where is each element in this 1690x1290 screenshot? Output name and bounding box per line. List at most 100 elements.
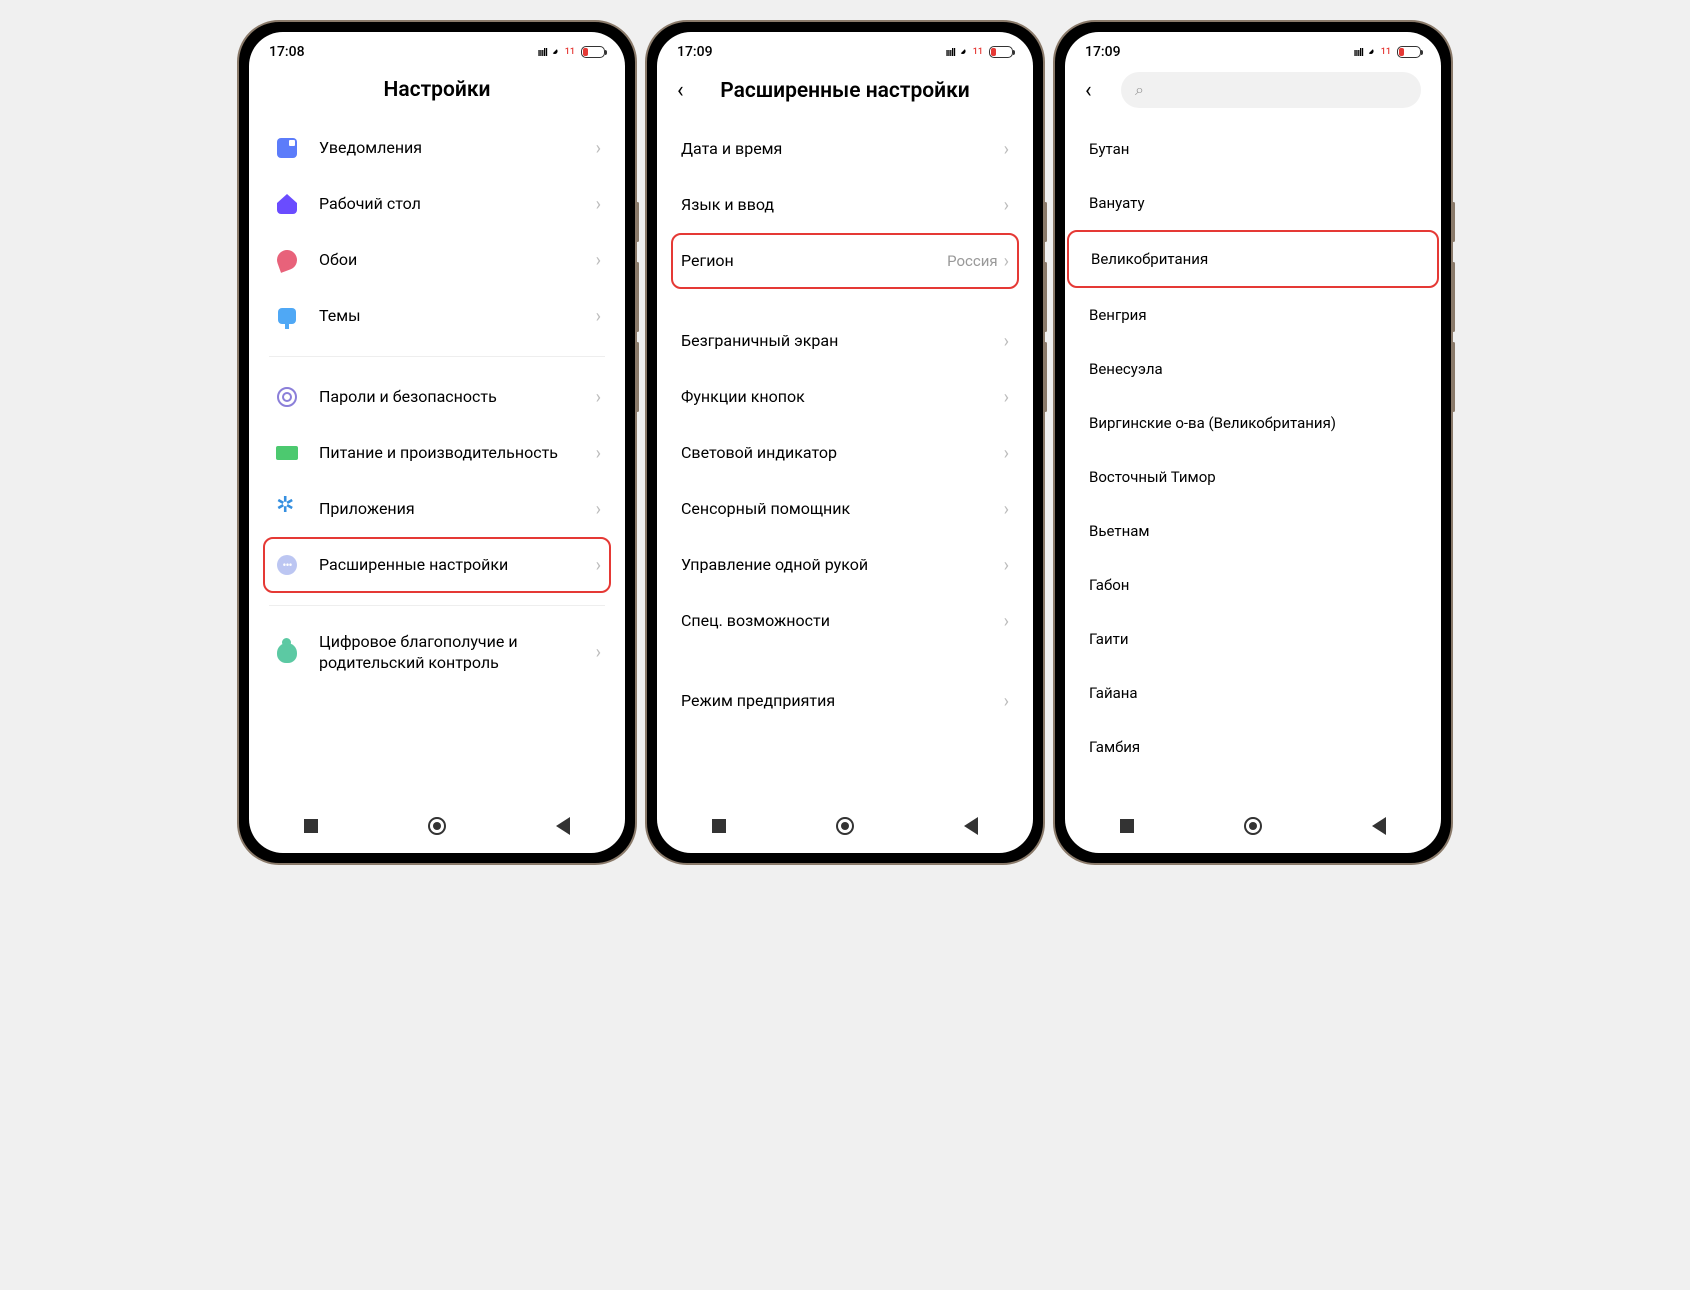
label: Пароли и безопасность — [319, 387, 596, 408]
item-onehand[interactable]: Управление одной рукой › — [677, 537, 1013, 593]
chevron-right-icon: › — [1004, 251, 1009, 272]
country-item[interactable]: Венесуэла — [1085, 342, 1421, 396]
phone-frame-3: 17:09 ıııll 11 ‹ ⌕ Бутан Вануату Великоб… — [1053, 20, 1453, 865]
label: Управление одной рукой — [681, 555, 1004, 576]
chevron-right-icon: › — [596, 443, 601, 464]
item-touch-assist[interactable]: Сенсорный помощник › — [677, 481, 1013, 537]
back-button[interactable]: ‹ — [1085, 78, 1109, 103]
country-item[interactable]: Гайана — [1085, 666, 1421, 720]
notifications-icon — [277, 138, 297, 158]
item-region[interactable]: Регион Россия › — [671, 233, 1019, 289]
nav-bar — [1065, 799, 1441, 853]
item-wallpaper[interactable]: Обои › — [269, 232, 605, 288]
status-time: 17:08 — [269, 44, 305, 60]
country-item[interactable]: Вануату — [1085, 176, 1421, 230]
item-date-time[interactable]: Дата и время › — [677, 121, 1013, 177]
battery-icon — [989, 46, 1013, 58]
signal-icon: ıııll — [538, 46, 547, 59]
item-led[interactable]: Световой индикатор › — [677, 425, 1013, 481]
item-battery[interactable]: Питание и производительность › — [269, 425, 605, 481]
signal-icon: ıııll — [946, 46, 955, 59]
chevron-right-icon: › — [596, 194, 601, 215]
label: Расширенные настройки — [319, 555, 596, 576]
status-bar: 17:09 ıııll 11 — [1065, 32, 1441, 68]
home-icon — [277, 194, 297, 214]
search-input[interactable]: ⌕ — [1121, 72, 1421, 108]
battery-perf-icon — [276, 446, 298, 460]
item-accessibility[interactable]: Спец. возможности › — [677, 593, 1013, 649]
nav-home-button[interactable] — [1244, 817, 1262, 835]
country-item[interactable]: Вьетнам — [1085, 504, 1421, 558]
country-item[interactable]: Бутан — [1085, 122, 1421, 176]
item-buttons[interactable]: Функции кнопок › — [677, 369, 1013, 425]
nav-back-button[interactable] — [1372, 817, 1386, 835]
wifi-icon — [1363, 44, 1380, 61]
nav-bar — [657, 799, 1033, 853]
wallpaper-icon — [274, 247, 300, 273]
country-item[interactable]: Габон — [1085, 558, 1421, 612]
status-time: 17:09 — [677, 44, 713, 60]
divider — [269, 605, 605, 606]
item-notifications[interactable]: Уведомления › — [269, 120, 605, 176]
battery-text: 11 — [565, 47, 575, 57]
item-fullscreen[interactable]: Безграничный экран › — [677, 313, 1013, 369]
screen-region-list: 17:09 ıııll 11 ‹ ⌕ Бутан Вануату Великоб… — [1065, 32, 1441, 853]
status-time: 17:09 — [1085, 44, 1121, 60]
country-item[interactable]: Венгрия — [1085, 288, 1421, 342]
chevron-right-icon: › — [596, 642, 601, 663]
country-item[interactable]: Виргинские о-ва (Великобритания) — [1085, 396, 1421, 450]
item-advanced-settings[interactable]: ••• Расширенные настройки › — [263, 537, 611, 593]
nav-back-button[interactable] — [964, 817, 978, 835]
back-button[interactable]: ‹ — [677, 78, 701, 103]
item-wellbeing[interactable]: Цифровое благополучие и родительский кон… — [269, 618, 605, 688]
label: Язык и ввод — [681, 195, 1004, 216]
page-title: Настройки — [269, 78, 605, 102]
nav-bar — [249, 799, 625, 853]
wifi-icon — [547, 44, 564, 61]
divider — [269, 356, 605, 357]
chevron-right-icon: › — [596, 499, 601, 520]
search-icon: ⌕ — [1135, 80, 1144, 100]
label: Спец. возможности — [681, 611, 1004, 632]
country-item[interactable]: Восточный Тимор — [1085, 450, 1421, 504]
battery-text: 11 — [973, 47, 983, 57]
chevron-right-icon: › — [1004, 387, 1009, 408]
chevron-right-icon: › — [596, 555, 601, 576]
nav-recent-button[interactable] — [304, 819, 318, 833]
item-themes[interactable]: Темы › — [269, 288, 605, 344]
label: Уведомления — [319, 138, 596, 159]
item-enterprise[interactable]: Режим предприятия › — [677, 673, 1013, 729]
battery-icon — [581, 46, 605, 58]
nav-home-button[interactable] — [428, 817, 446, 835]
country-item[interactable]: Гамбия — [1085, 720, 1421, 774]
apps-icon — [277, 499, 297, 519]
chevron-right-icon: › — [596, 250, 601, 271]
item-security[interactable]: Пароли и безопасность › — [269, 369, 605, 425]
chevron-right-icon: › — [1004, 691, 1009, 712]
chevron-right-icon: › — [596, 387, 601, 408]
label: Режим предприятия — [681, 691, 1004, 712]
item-apps[interactable]: Приложения › — [269, 481, 605, 537]
page-title: Расширенные настройки — [701, 79, 989, 103]
label: Функции кнопок — [681, 387, 1004, 408]
label: Темы — [319, 306, 596, 327]
label: Приложения — [319, 499, 596, 520]
nav-recent-button[interactable] — [1120, 819, 1134, 833]
nav-recent-button[interactable] — [712, 819, 726, 833]
item-language[interactable]: Язык и ввод › — [677, 177, 1013, 233]
country-item-uk[interactable]: Великобритания — [1067, 230, 1439, 288]
search-header: ‹ ⌕ — [1065, 68, 1441, 122]
item-home[interactable]: Рабочий стол › — [269, 176, 605, 232]
status-bar: 17:08 ıııll 11 — [249, 32, 625, 68]
nav-home-button[interactable] — [836, 817, 854, 835]
advanced-icon: ••• — [277, 555, 297, 575]
screen-settings: 17:08 ıııll 11 Настройки Уведомления › Р… — [249, 32, 625, 853]
chevron-right-icon: › — [1004, 443, 1009, 464]
chevron-right-icon: › — [1004, 195, 1009, 216]
region-value: Россия — [947, 252, 998, 270]
country-item[interactable]: Гаити — [1085, 612, 1421, 666]
nav-back-button[interactable] — [556, 817, 570, 835]
chevron-right-icon: › — [1004, 331, 1009, 352]
security-icon — [277, 387, 297, 407]
wifi-icon — [955, 44, 972, 61]
